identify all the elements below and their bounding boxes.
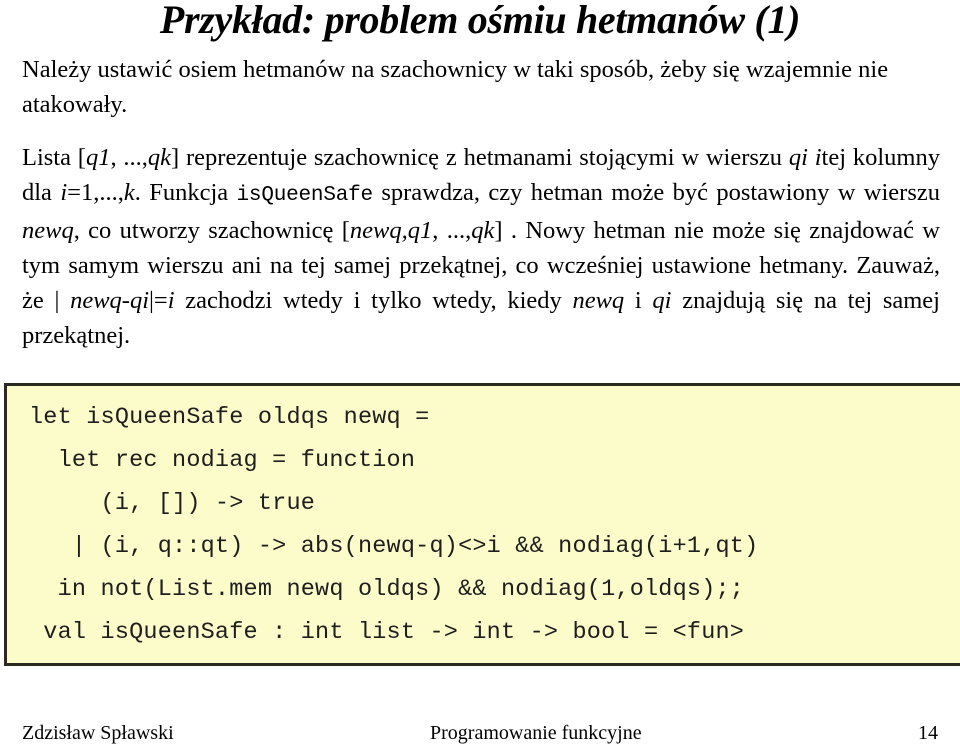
code-lines: let isQueenSafe oldqs newq = let rec nod…: [7, 386, 960, 654]
text-run: newq-qi: [70, 287, 150, 314]
text-run: q1: [85, 144, 111, 171]
text-run: qi i: [788, 144, 822, 171]
text-run: zachodzi wtedy i tylko wtedy, kiedy: [174, 287, 573, 314]
footer-page-number: 14: [918, 721, 938, 744]
code-line: (i, []) -> true: [29, 490, 316, 517]
text-run: newq: [22, 217, 74, 244]
text-run: Lista [: [22, 144, 86, 171]
footer-course: Programowanie funkcyjne: [430, 721, 642, 744]
footer-author: Zdzisław Spławski: [22, 721, 174, 744]
code-line: in not(List.mem newq oldqs) && nodiag(1,…: [29, 576, 745, 603]
paragraph-description: Lista [q1, ...,qk] reprezentuje szachown…: [22, 140, 940, 353]
text-run: i: [624, 287, 653, 314]
text-run: k: [123, 179, 135, 206]
text-run: |=: [149, 287, 168, 314]
paragraph-intro: Należy ustawić osiem hetmanów na szachow…: [22, 52, 940, 122]
text-run: isQueenSafe: [236, 184, 374, 207]
text-run: . Funkcja: [134, 179, 237, 206]
text-run: , ...,: [432, 217, 472, 244]
code-line: val isQueenSafe : int list -> int -> boo…: [29, 619, 745, 646]
text-run: i: [167, 287, 175, 314]
page-title: Przykład: problem ośmiu hetmanów (1): [159, 0, 801, 42]
text-run: newq: [572, 287, 625, 314]
code-block: let isQueenSafe oldqs newq = let rec nod…: [4, 383, 960, 666]
text-run: ] reprezentuje szachownicę z hetmanami s…: [171, 144, 789, 171]
code-line: let isQueenSafe oldqs newq =: [29, 404, 430, 431]
text-run: Należy ustawić osiem hetmanów na szachow…: [22, 56, 889, 118]
code-line: | (i, q::qt) -> abs(newq-q)<>i && nodiag…: [29, 533, 759, 560]
text-run: , co utworzy szachownicę [: [73, 217, 350, 244]
slide-footer: Zdzisław Spławski Programowanie funkcyjn…: [0, 716, 960, 750]
text-run: qk: [147, 144, 172, 171]
text-run: sprawdza, czy hetman może być postawiony…: [372, 179, 940, 206]
text-run: , ...,: [110, 144, 148, 171]
code-line: let rec nodiag = function: [29, 447, 416, 474]
body-text: Należy ustawić osiem hetmanów na szachow…: [22, 52, 940, 353]
text-run: newq,q1: [349, 217, 433, 244]
slide: Przykład: problem ośmiu hetmanów (1) Nal…: [0, 0, 960, 756]
text-run: qi: [652, 287, 672, 314]
text-run: qk: [471, 217, 495, 244]
text-run: =1,...,: [67, 179, 124, 206]
